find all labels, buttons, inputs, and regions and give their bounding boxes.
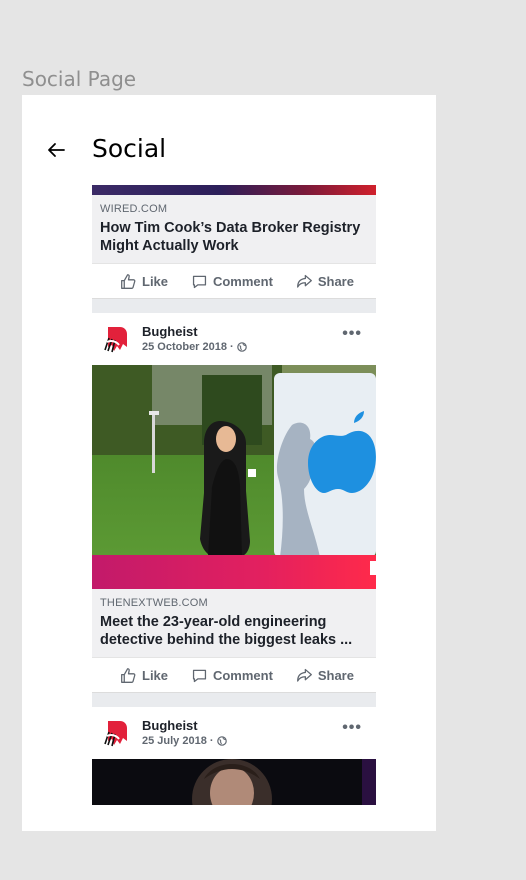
thumbs-up-icon xyxy=(121,273,136,289)
share-button[interactable]: Share xyxy=(296,667,354,684)
post-divider xyxy=(92,298,376,313)
post-date[interactable]: 25 July 2018 · xyxy=(142,735,214,747)
share-button[interactable]: Share xyxy=(296,273,354,290)
like-button[interactable]: Like xyxy=(120,667,168,684)
globe-icon xyxy=(216,736,227,746)
comment-button[interactable]: Comment xyxy=(191,273,273,290)
post-image[interactable] xyxy=(92,185,376,195)
more-options-icon[interactable]: ••• xyxy=(342,719,362,737)
app-header: Social xyxy=(22,130,436,172)
news-feed[interactable]: WIRED.COM How Tim Cook’s Data Broker Reg… xyxy=(92,185,376,805)
comment-label: Comment xyxy=(212,667,273,683)
page-title: Social xyxy=(92,134,167,163)
comment-button[interactable]: Comment xyxy=(191,667,273,684)
photo-scene xyxy=(92,759,376,805)
post-actions: Like Comment Share xyxy=(92,657,376,692)
page-label: Social Page xyxy=(22,67,137,91)
link-title: How Tim Cook’s Data Broker Registry Migh… xyxy=(100,220,361,254)
link-preview[interactable]: THENEXTWEB.COM Meet the 23-year-old engi… xyxy=(92,589,376,657)
share-icon xyxy=(296,668,312,682)
comment-icon xyxy=(192,275,207,288)
comment-label: Comment xyxy=(212,273,273,289)
share-label: Share xyxy=(317,667,354,683)
link-preview[interactable]: WIRED.COM How Tim Cook’s Data Broker Reg… xyxy=(92,195,376,263)
author-name[interactable]: Bugheist xyxy=(142,718,198,733)
post-header: Bugheist 25 July 2018 · ••• xyxy=(92,707,376,759)
arrow-left-icon[interactable] xyxy=(44,138,68,162)
share-label: Share xyxy=(317,273,354,289)
photo-scene xyxy=(92,365,376,589)
post-meta: 25 July 2018 · xyxy=(142,735,227,747)
post-divider xyxy=(92,692,376,707)
post-actions: Like Comment Share xyxy=(92,263,376,298)
post-image[interactable] xyxy=(92,365,376,589)
globe-icon xyxy=(236,342,247,352)
thumbs-up-icon xyxy=(121,667,136,683)
phone-frame: Social WIRED.COM How Tim Cook’s Data Bro… xyxy=(22,95,436,831)
like-label: Like xyxy=(142,667,169,683)
like-label: Like xyxy=(142,273,169,289)
avatar[interactable] xyxy=(102,718,132,748)
link-title: Meet the 23-year-old engineering detecti… xyxy=(100,614,353,648)
post-image[interactable] xyxy=(92,759,376,805)
post-header: Bugheist 25 October 2018 · ••• xyxy=(92,313,376,365)
link-domain: THENEXTWEB.COM xyxy=(100,597,208,609)
avatar[interactable] xyxy=(102,324,132,354)
more-options-icon[interactable]: ••• xyxy=(342,325,362,343)
post-date[interactable]: 25 October 2018 · xyxy=(142,341,234,353)
share-icon xyxy=(296,274,312,288)
link-domain: WIRED.COM xyxy=(100,203,168,215)
like-button[interactable]: Like xyxy=(120,273,168,290)
post-meta: 25 October 2018 · xyxy=(142,341,247,353)
author-name[interactable]: Bugheist xyxy=(142,324,198,339)
comment-icon xyxy=(192,669,207,682)
